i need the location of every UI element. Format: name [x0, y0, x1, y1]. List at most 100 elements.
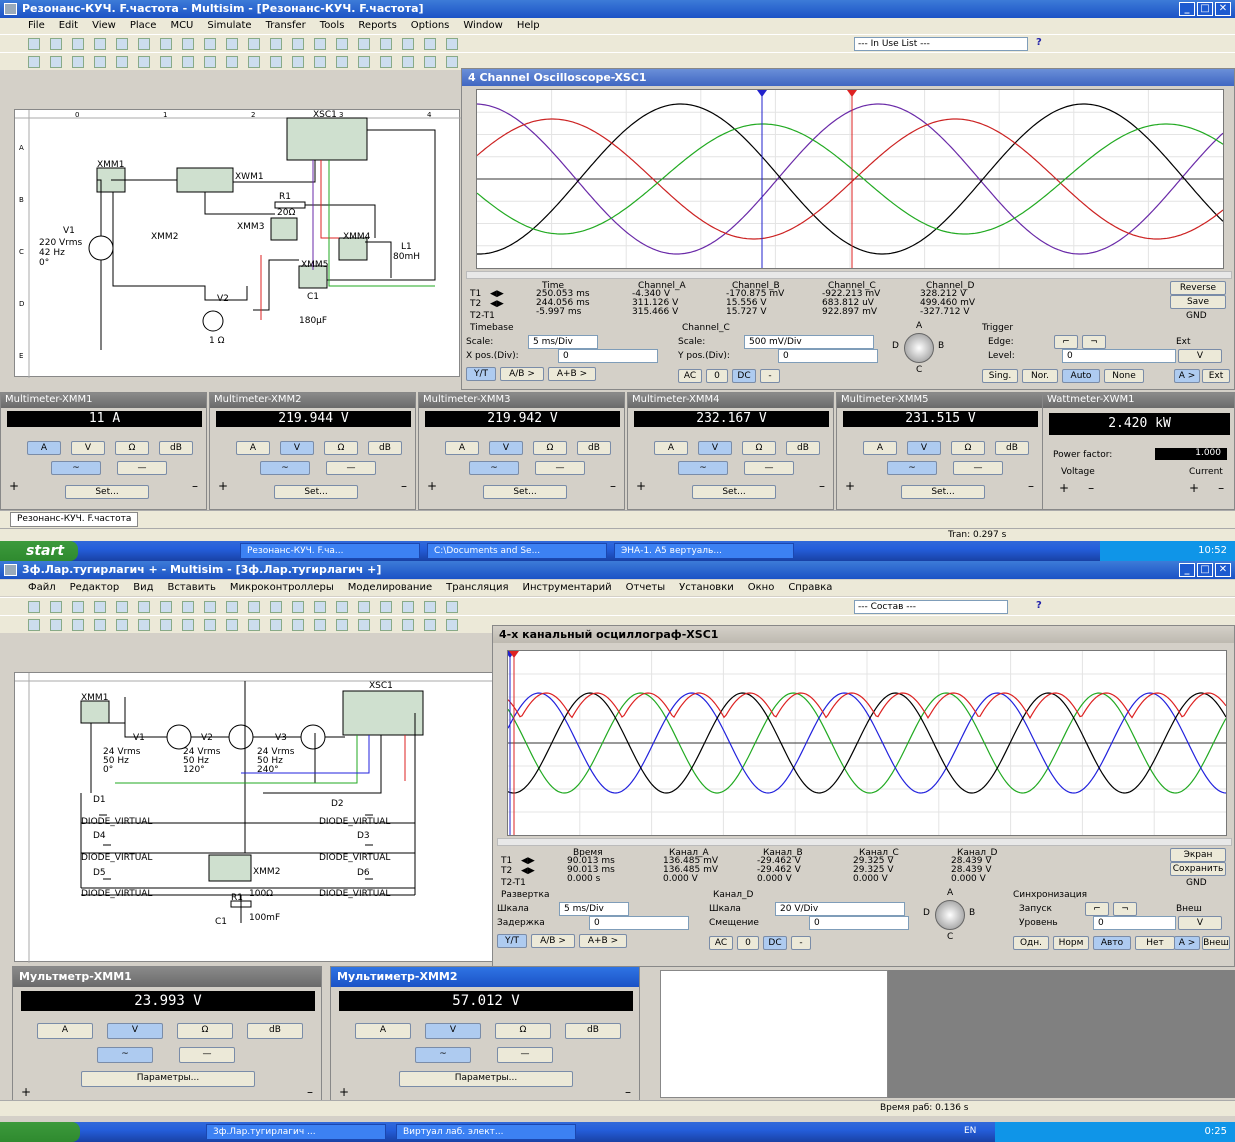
yt-button[interactable]: Y/T — [497, 934, 527, 948]
toolbar-icon-6[interactable] — [160, 56, 172, 68]
toolbar-icon-12[interactable] — [292, 601, 304, 613]
ac-wave-button[interactable]: ~ — [887, 461, 937, 475]
zero-button[interactable]: 0 — [737, 936, 759, 950]
mode-button-V[interactable]: V — [71, 441, 105, 455]
toolbar-icon-8[interactable] — [204, 38, 216, 50]
toolbar-icon-12[interactable] — [292, 619, 304, 631]
toolbar-icon-16[interactable] — [380, 56, 392, 68]
dc-wave-button[interactable]: — — [953, 461, 1003, 475]
toolbar-icon-11[interactable] — [270, 56, 282, 68]
top-osc-scrollbar[interactable] — [466, 271, 1232, 279]
menu-item-10[interactable]: Window — [463, 20, 502, 34]
mode-button-A[interactable]: A — [236, 441, 270, 455]
toolbar-icon-17[interactable] — [402, 56, 414, 68]
toolbar-icon-8[interactable] — [204, 619, 216, 631]
mode-button-V[interactable]: V — [425, 1023, 481, 1039]
toolbar-icon-17[interactable] — [402, 38, 414, 50]
menu-item-9[interactable]: Options — [411, 20, 450, 34]
toolbar-icon-13[interactable] — [314, 619, 326, 631]
mode-button-A[interactable]: A — [654, 441, 688, 455]
menu-item-0[interactable]: Файл — [28, 582, 56, 596]
menu-item-5[interactable]: Моделирование — [348, 582, 432, 596]
sostav-combo[interactable]: --- Состав --- — [854, 600, 1008, 614]
level-unit-button[interactable]: V — [1178, 349, 1222, 363]
mode-button-Ω[interactable]: Ω — [177, 1023, 233, 1039]
xpos-field[interactable]: 0 — [589, 916, 689, 930]
taskbar-item-0[interactable]: Резонанс-КУЧ. F.ча... — [240, 543, 420, 559]
toolbar-icon-1[interactable] — [50, 38, 62, 50]
toolbar-icon-1[interactable] — [50, 56, 62, 68]
save-button[interactable]: Сохранить — [1170, 862, 1226, 876]
dc-wave-button[interactable]: — — [535, 461, 585, 475]
ypos-field[interactable]: 0 — [778, 349, 878, 363]
falling-edge-button[interactable]: ¬ — [1113, 902, 1137, 916]
ac-wave-button[interactable]: ~ — [469, 461, 519, 475]
toolbar-icon-4[interactable] — [116, 601, 128, 613]
menu-item-8[interactable]: Reports — [358, 20, 396, 34]
toolbar-icon-14[interactable] — [336, 601, 348, 613]
toolbar-icon-0[interactable] — [28, 619, 40, 631]
spreadsheet-area[interactable] — [660, 970, 888, 1098]
timebase-scale-field[interactable]: 5 ms/Div — [528, 335, 598, 349]
toolbar-icon-6[interactable] — [160, 619, 172, 631]
toolbar-icon-3[interactable] — [94, 619, 106, 631]
menu-item-1[interactable]: Edit — [59, 20, 78, 34]
start-button-2[interactable] — [0, 1122, 80, 1142]
mode-button-A[interactable]: A — [863, 441, 897, 455]
mode-button-Ω[interactable]: Ω — [495, 1023, 551, 1039]
channel-scale-field[interactable]: 20 V/Div — [775, 902, 905, 916]
toolbar-icon-14[interactable] — [336, 38, 348, 50]
toolbar-icon-12[interactable] — [292, 56, 304, 68]
rising-edge-button[interactable]: ⌐ — [1085, 902, 1109, 916]
toolbar-icon-6[interactable] — [160, 601, 172, 613]
close-icon[interactable]: ✕ — [1215, 2, 1231, 16]
bottom-osc-screen[interactable] — [505, 650, 1227, 836]
toolbar-icon-1[interactable] — [50, 619, 62, 631]
single-button[interactable]: Одн. — [1013, 936, 1049, 950]
ac-wave-button[interactable]: ~ — [678, 461, 728, 475]
timebase-scale-field[interactable]: 5 ms/Div — [559, 902, 629, 916]
in-use-list-combo[interactable]: --- In Use List --- — [854, 37, 1028, 51]
help-icon[interactable]: ? — [1036, 37, 1042, 48]
mode-button-dB[interactable]: dB — [368, 441, 402, 455]
toolbar-icon-15[interactable] — [358, 619, 370, 631]
bottom-osc-scrollbar[interactable] — [497, 838, 1232, 846]
set-button[interactable]: Set... — [65, 485, 149, 499]
toolbar-icon-0[interactable] — [28, 601, 40, 613]
toolbar-icon-18[interactable] — [424, 601, 436, 613]
taskbar-item-2[interactable]: ЭНА-1. А5 вертуаль... — [614, 543, 794, 559]
mode-button-dB[interactable]: dB — [247, 1023, 303, 1039]
maximize-icon-2[interactable]: □ — [1197, 563, 1213, 577]
toolbar-icon-3[interactable] — [94, 38, 106, 50]
toolbar-icon-9[interactable] — [226, 601, 238, 613]
toolbar-icon-7[interactable] — [182, 56, 194, 68]
level-unit-button[interactable]: V — [1178, 916, 1222, 930]
t2-arrows[interactable]: ◀▶ — [490, 299, 504, 309]
ac-wave-button[interactable]: ~ — [97, 1047, 153, 1063]
channel-knob[interactable] — [904, 333, 934, 363]
menu-item-4[interactable]: MCU — [170, 20, 193, 34]
set-button[interactable]: Set... — [692, 485, 776, 499]
taskbar-item-1[interactable]: C:\Documents and Se... — [427, 543, 607, 559]
trigger-a-button[interactable]: A > — [1174, 369, 1200, 383]
toolbar-icon-9[interactable] — [226, 38, 238, 50]
set-button[interactable]: Set... — [274, 485, 358, 499]
yt-button[interactable]: Y/T — [466, 367, 496, 381]
mode-button-V[interactable]: V — [698, 441, 732, 455]
toolbar-icon-10[interactable] — [248, 619, 260, 631]
toolbar-icon-2[interactable] — [72, 601, 84, 613]
b-taskbar-item-0[interactable]: 3ф.Лар.тугирлагич ... — [206, 1124, 386, 1140]
start-button[interactable]: start — [0, 541, 78, 561]
minus-button[interactable]: - — [791, 936, 811, 950]
ypos-field[interactable]: 0 — [809, 916, 909, 930]
minus-button[interactable]: - — [760, 369, 780, 383]
ac-button[interactable]: AC — [709, 936, 733, 950]
toolbar-icon-5[interactable] — [138, 619, 150, 631]
b-taskbar-item-1[interactable]: Виртуал лаб. элект... — [396, 1124, 576, 1140]
menu-item-1[interactable]: Редактор — [70, 582, 120, 596]
toolbar-icon-13[interactable] — [314, 601, 326, 613]
minus-terminal[interactable]: – — [307, 1085, 313, 1099]
toolbar-icon-3[interactable] — [94, 601, 106, 613]
toolbar-icon-12[interactable] — [292, 38, 304, 50]
toolbar-icon-16[interactable] — [380, 38, 392, 50]
